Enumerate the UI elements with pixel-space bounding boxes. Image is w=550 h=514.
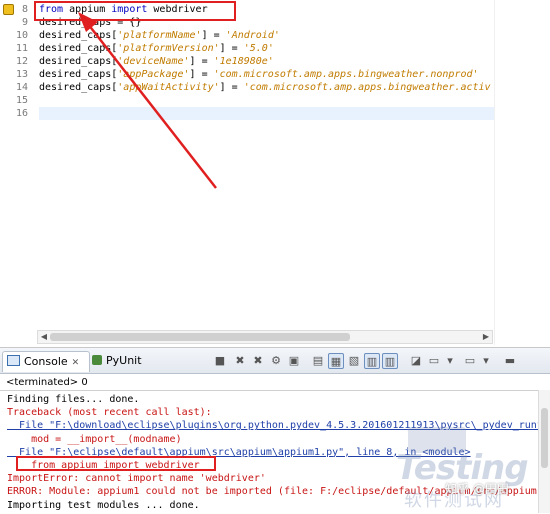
code-token: ] = bbox=[219, 43, 244, 54]
line-number: 11 bbox=[15, 43, 28, 54]
console-view: Console ✕ PyUnit ■ ✖ ✖ ⚙ ▣ ▤ ▦ ▧ ▥ ▥ ◪ ▭ … bbox=[0, 347, 550, 513]
console-tabbar: Console ✕ PyUnit ■ ✖ ✖ ⚙ ▣ ▤ ▦ ▧ ▥ ▥ ◪ ▭ … bbox=[0, 348, 550, 374]
close-icon[interactable]: ✕ bbox=[72, 353, 80, 373]
console-line: Finding files... done. bbox=[7, 394, 140, 405]
code-token: ] = bbox=[201, 30, 226, 41]
remove-launch-icon[interactable]: ✖ bbox=[232, 353, 248, 369]
console-line: Traceback (most recent call last): bbox=[7, 407, 212, 419]
show-on-error-icon[interactable]: ▥ bbox=[382, 353, 398, 369]
line-number: 9 bbox=[21, 17, 28, 28]
tab-pyunit-label: PyUnit bbox=[106, 354, 142, 367]
line-number: 8 bbox=[21, 4, 28, 15]
code-text: desired_caps['platformVersion'] = '5.0' bbox=[39, 42, 274, 55]
current-line-highlight bbox=[39, 107, 494, 120]
code-token: desired_caps[ bbox=[39, 56, 118, 67]
line-number: 12 bbox=[15, 56, 28, 67]
chevron-down-icon[interactable]: ▾ bbox=[442, 353, 458, 369]
code-token: 'deviceName' bbox=[117, 56, 190, 67]
tab-console-label: Console bbox=[24, 355, 68, 368]
console-line: ERROR: Module: appium1 could not be impo… bbox=[7, 486, 537, 498]
code-token: ] = bbox=[189, 69, 214, 80]
code-token: desired_caps[ bbox=[39, 82, 118, 93]
scroll-right-icon[interactable]: ▶ bbox=[481, 332, 491, 342]
code-token: 'platformName' bbox=[117, 30, 202, 41]
code-token: 'com.microsoft.amp.apps.bingweather.nonp… bbox=[213, 69, 479, 80]
pyunit-icon bbox=[92, 355, 102, 365]
code-token: 'appPackage' bbox=[117, 69, 190, 80]
console-link-line[interactable]: File "F:\download\eclipse\plugins\org.py… bbox=[7, 419, 550, 432]
scroll-thumb[interactable] bbox=[541, 408, 548, 468]
clear-console-icon[interactable]: ▤ bbox=[310, 353, 326, 369]
code-editor[interactable]: 8 from appium import webdriver 9 desired_ca… bbox=[0, 0, 550, 345]
terminate-icon[interactable]: ■ bbox=[212, 353, 228, 369]
line-number: 10 bbox=[15, 30, 28, 41]
show-on-output-icon[interactable]: ▥ bbox=[364, 353, 380, 369]
line-number: 13 bbox=[15, 69, 28, 80]
tab-console[interactable]: Console ✕ bbox=[2, 351, 90, 372]
scroll-left-icon[interactable]: ◀ bbox=[39, 332, 49, 342]
chevron-down-icon[interactable]: ▾ bbox=[478, 353, 494, 369]
code-token: 'Android' bbox=[225, 30, 280, 41]
process-status: <terminated> 0 bbox=[6, 377, 88, 388]
display-console-icon[interactable]: ▭ bbox=[426, 353, 442, 369]
remove-all-icon[interactable]: ✖ bbox=[250, 353, 266, 369]
code-token: '1e18980e' bbox=[213, 56, 274, 67]
new-console-icon[interactable]: ▣ bbox=[286, 353, 302, 369]
console-line: mod = __import__(modname) bbox=[7, 433, 182, 445]
pin-console-icon[interactable]: ◪ bbox=[408, 353, 424, 369]
code-text: desired_caps['appWaitActivity'] = 'com.m… bbox=[39, 81, 491, 94]
line-number: 14 bbox=[15, 82, 28, 93]
annotation-box-import-line bbox=[34, 1, 236, 21]
annotation-box-error-line bbox=[16, 456, 216, 471]
code-token: ] = bbox=[189, 56, 214, 67]
watermark-badge bbox=[408, 427, 466, 453]
code-text: desired_caps['deviceName'] = '1e18980e' bbox=[39, 55, 274, 68]
overview-ruler bbox=[494, 0, 550, 345]
code-token: '5.0' bbox=[243, 43, 274, 54]
code-token: 'com.microsoft.amp.apps.bingweather.acti… bbox=[243, 82, 491, 93]
code-token: desired_caps[ bbox=[39, 69, 118, 80]
line-number: 16 bbox=[15, 108, 28, 119]
minimize-icon[interactable]: ▬ bbox=[502, 353, 518, 369]
code-token: ] = bbox=[219, 82, 244, 93]
code-text: desired_caps['appPackage'] = 'com.micros… bbox=[39, 68, 479, 81]
code-token: 'platformVersion' bbox=[117, 43, 220, 54]
code-text: desired_caps['platformName'] = 'Android' bbox=[39, 29, 280, 42]
code-token: desired_caps[ bbox=[39, 30, 118, 41]
scroll-thumb[interactable] bbox=[50, 333, 350, 341]
scroll-lock-icon[interactable]: ▦ bbox=[328, 353, 344, 369]
code-token: 'appWaitActivity' bbox=[117, 82, 220, 93]
console-vertical-scrollbar[interactable] bbox=[538, 390, 550, 513]
line-number: 15 bbox=[15, 95, 28, 106]
word-wrap-icon[interactable]: ▧ bbox=[346, 353, 362, 369]
code-token: desired_caps[ bbox=[39, 43, 118, 54]
debug-icon[interactable]: ⚙ bbox=[268, 353, 284, 369]
open-console-icon[interactable]: ▭ bbox=[462, 353, 478, 369]
console-line: Importing test modules ... done. bbox=[7, 499, 200, 511]
tab-pyunit[interactable]: PyUnit bbox=[88, 351, 146, 371]
editor-horizontal-scrollbar[interactable]: ◀ ▶ bbox=[37, 330, 493, 344]
console-line: ImportError: cannot import name 'webdriv… bbox=[7, 473, 266, 485]
console-output[interactable]: Finding files... done. Traceback (most re… bbox=[0, 390, 550, 514]
console-icon bbox=[7, 355, 20, 366]
